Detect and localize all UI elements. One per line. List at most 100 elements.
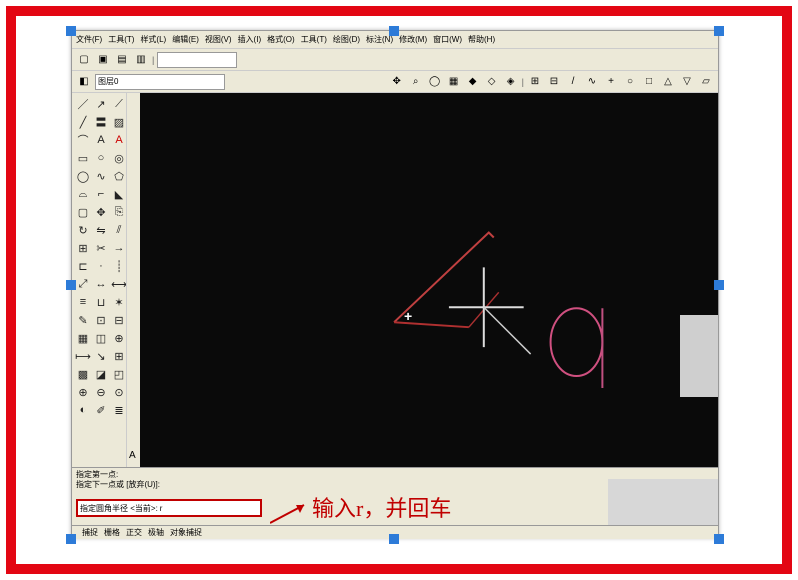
rect-icon[interactable]: ▭ [74,149,92,167]
menu-help[interactable]: 帮助(H) [468,34,495,45]
layer-combo[interactable]: 图层0 [95,74,225,90]
tb-icon-i[interactable]: ○ [622,74,638,90]
tutorial-frame: 文件(F) 工具(T) 样式(L) 编辑(E) 视图(V) 插入(I) 格式(O… [6,6,792,574]
pan-icon[interactable]: ✥ [389,74,405,90]
open-icon[interactable]: ▣ [95,52,111,68]
standard-toolbar: ▢ ▣ ▤ ▥ | [72,49,718,71]
zoom2-icon[interactable]: ⊖ [92,383,110,401]
text-tool-icon[interactable]: A [129,450,136,461]
status-polar[interactable]: 极轴 [148,527,164,538]
circle-icon[interactable]: ○ [92,149,110,167]
selection-handle[interactable] [66,280,76,290]
properties-toolbar: ◧ 图层0 ✥ ⌕ ◯ ▦ ◆ ◇ ◈ | ⊞ ⊟ / ∿ + ○ □ △ ▽ … [72,71,718,93]
table-icon[interactable]: ▦ [74,329,92,347]
edit-icon[interactable]: ✎ [74,311,92,329]
tb-icon-m[interactable]: ▱ [698,74,714,90]
menu-style[interactable]: 样式(L) [140,34,166,45]
selection-handle[interactable] [714,534,724,544]
annotation-arrow [270,497,310,527]
canvas-drawing [140,93,718,466]
zoom-icon[interactable]: ⌕ [408,74,424,90]
tb-icon-j[interactable]: □ [641,74,657,90]
region-icon[interactable]: ◪ [92,365,110,383]
status-osnap[interactable]: 对象捕捉 [170,527,202,538]
tb-icon-c[interactable]: ◈ [503,74,519,90]
mirror-icon[interactable]: ⇋ [92,221,110,239]
menu-ttools[interactable]: 工具(T) [301,34,327,45]
menu-file[interactable]: 文件(F) [76,34,102,45]
selection-handle[interactable] [66,534,76,544]
spline-icon[interactable]: ∿ [92,167,110,185]
tb-icon-g[interactable]: ∿ [584,74,600,90]
draw-palette: ／ ↗ ⟋ ╱ 〓 ▨ ⌒ A A ▭ ○ ◎ ◯ ∿ ⬠ ⌓ ⌐ ◣ ▢ ✥ [72,93,126,467]
status-ortho[interactable]: 正交 [126,527,142,538]
hatch2-icon[interactable]: ▩ [74,365,92,383]
tb-icon-a[interactable]: ◆ [465,74,481,90]
rect2-icon[interactable]: ▢ [74,203,92,221]
new-icon[interactable]: ▢ [76,52,92,68]
selection-handle[interactable] [714,26,724,36]
work-area: ／ ↗ ⟋ ╱ 〓 ▨ ⌒ A A ▭ ○ ◎ ◯ ∿ ⬠ ⌓ ⌐ ◣ ▢ ✥ [72,93,718,467]
tb-icon-h[interactable]: + [603,74,619,90]
menu-modify[interactable]: 修改(M) [399,34,427,45]
save-icon[interactable]: ▤ [114,52,130,68]
tb-icon-b[interactable]: ◇ [484,74,500,90]
menu-view[interactable]: 视图(V) [205,34,232,45]
dim-icon[interactable]: ⟼ [74,347,92,365]
point-icon[interactable]: · [92,257,110,275]
orbit-icon[interactable]: ◯ [427,74,443,90]
group-icon[interactable]: ⊡ [92,311,110,329]
selection-handle[interactable] [389,534,399,544]
view-icon[interactable]: ▦ [446,74,462,90]
status-snap[interactable]: 捕捉 [82,527,98,538]
command-input[interactable]: 指定圆角半径 <当前>: r [76,499,262,517]
tb-icon-k[interactable]: △ [660,74,676,90]
ray-icon[interactable]: ↗ [92,95,110,113]
menu-window[interactable]: 窗口(W) [433,34,462,45]
menu-edit[interactable]: 编辑(E) [172,34,199,45]
command-panel: 指定第一点: 指定下一点或 [放弃(U)]: 指定圆角半径 <当前>: r 输入… [72,467,718,539]
cursor-crosshair: + [404,308,412,324]
leader-icon[interactable]: ↘ [92,347,110,365]
selection-handle[interactable] [389,26,399,36]
command-typed: r [160,504,163,513]
xline-icon[interactable]: ╱ [74,113,92,131]
zoom1-icon[interactable]: ⊕ [74,383,92,401]
break-icon[interactable]: ⊏ [74,257,92,275]
text-icon[interactable]: A [92,131,110,149]
tb-icon-f[interactable]: / [565,74,581,90]
line-icon[interactable]: ／ [74,95,92,113]
mline-icon[interactable]: 〓 [92,113,110,131]
move-icon[interactable]: ✥ [92,203,110,221]
pedit-icon[interactable]: ✐ [92,401,110,419]
file-combo[interactable] [157,52,237,68]
selection-handle[interactable] [66,26,76,36]
ellipse-icon[interactable]: ◯ [74,167,92,185]
tb-icon-d[interactable]: ⊞ [527,74,543,90]
menu-tools[interactable]: 工具(T) [108,34,134,45]
selection-handle[interactable] [714,280,724,290]
scale-icon[interactable]: ⤢ [74,275,92,293]
join-icon[interactable]: ⊔ [92,293,110,311]
layer-icon[interactable]: ◧ [76,74,92,90]
arc-icon[interactable]: ⌒ [74,131,92,149]
menu-insert[interactable]: 插入(I) [238,34,262,45]
block-icon[interactable]: ◫ [92,329,110,347]
align-icon[interactable]: ≡ [74,293,92,311]
fillet-icon[interactable]: ⌐ [92,185,110,203]
stretch-icon[interactable]: ↔ [92,275,110,293]
drawing-canvas[interactable]: + [140,93,718,467]
status-grid[interactable]: 栅格 [104,527,120,538]
tb-icon-e[interactable]: ⊟ [546,74,562,90]
rotate-icon[interactable]: ↻ [74,221,92,239]
orbit2-icon[interactable]: ◐ [74,401,92,419]
tb-icon-l[interactable]: ▽ [679,74,695,90]
arc2-icon[interactable]: ⌓ [74,185,92,203]
menu-format[interactable]: 格式(O) [267,34,295,45]
trim-icon[interactable]: ✂ [92,239,110,257]
command-prompt: 指定圆角半径 <当前>: [80,503,158,514]
menu-draw[interactable]: 绘图(D) [333,34,360,45]
cad-window: 文件(F) 工具(T) 样式(L) 编辑(E) 视图(V) 插入(I) 格式(O… [71,30,719,538]
print-icon[interactable]: ▥ [133,52,149,68]
array-icon[interactable]: ⊞ [74,239,92,257]
